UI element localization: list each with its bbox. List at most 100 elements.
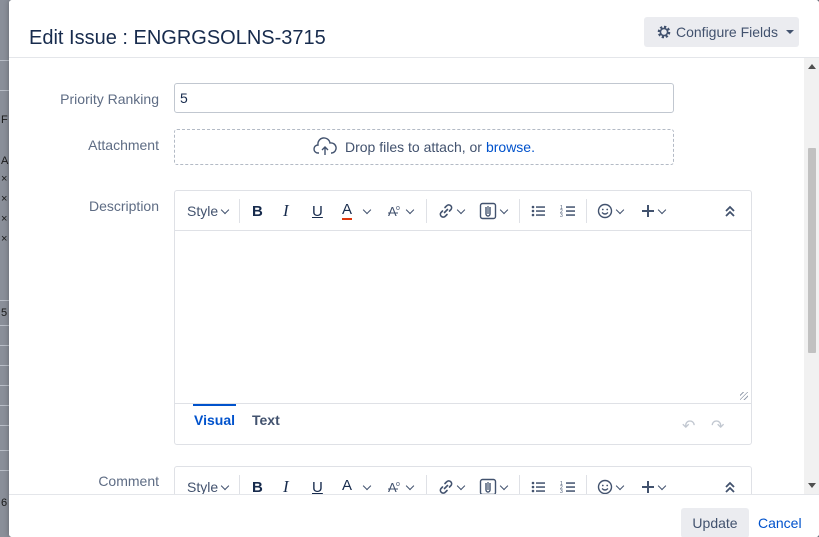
numbered-list-icon: 123: [560, 481, 575, 494]
emoji-icon: [597, 479, 613, 494]
scroll-down-arrow-icon[interactable]: [808, 483, 816, 488]
dialog-footer: Update Cancel: [9, 494, 819, 537]
style-dropdown[interactable]: Style: [187, 477, 230, 494]
link-icon: [439, 480, 453, 494]
style-label: Style: [187, 203, 219, 219]
dialog-header: Edit Issue : ENGRGSOLNS-3715 Configure F…: [9, 0, 819, 58]
collapse-toolbar-button[interactable]: [724, 201, 736, 221]
bullet-list-button[interactable]: [530, 477, 546, 494]
svg-text:3: 3: [560, 213, 563, 219]
chevron-down-icon: [456, 205, 466, 214]
tab-text[interactable]: Text: [252, 412, 280, 428]
background-char: F: [1, 114, 8, 126]
bold-button[interactable]: B: [252, 477, 263, 495]
italic-button[interactable]: I: [283, 477, 289, 494]
comment-editor: Style B I U A Ao 1 2 3: [174, 466, 752, 494]
background-char: ×: [1, 193, 8, 205]
editor-mode-tabs: Visual Text ↶ ↷: [175, 403, 751, 443]
more-formatting-button[interactable]: Ao: [387, 477, 415, 494]
emoji-button[interactable]: [597, 201, 625, 221]
collapse-toolbar-button[interactable]: [724, 477, 736, 494]
style-label: Style: [187, 479, 219, 494]
svg-text:o: o: [396, 481, 400, 488]
numbered-list-button[interactable]: 123: [560, 201, 576, 221]
chevron-down-icon: [362, 205, 372, 214]
insert-more-button[interactable]: [641, 201, 667, 221]
link-button[interactable]: [438, 201, 466, 221]
chevron-down-icon: [615, 205, 625, 214]
chevron-down-icon: [499, 205, 509, 214]
cancel-link[interactable]: Cancel: [758, 515, 802, 531]
bold-button[interactable]: B: [252, 201, 263, 221]
update-button[interactable]: Update: [681, 508, 749, 537]
bullet-list-button[interactable]: [530, 201, 546, 221]
underline-button[interactable]: U: [312, 477, 323, 495]
background-char: A: [1, 155, 9, 167]
comment-toolbar: Style B I U A Ao 1 2 3: [175, 467, 751, 494]
chevron-down-icon: [362, 481, 372, 490]
attachment-label: Attachment: [88, 137, 159, 153]
comment-label: Comment: [98, 473, 159, 489]
style-dropdown[interactable]: Style: [187, 201, 230, 221]
bullet-list-icon: [531, 481, 545, 493]
chevron-down-icon: [657, 205, 667, 214]
chevron-down-icon: [405, 205, 415, 214]
cloud-upload-icon: [313, 137, 337, 155]
attachment-button[interactable]: [479, 477, 509, 494]
redo-icon[interactable]: ↷: [711, 416, 724, 436]
italic-icon: I: [283, 201, 289, 220]
link-icon: [439, 204, 453, 218]
underline-icon: U: [312, 202, 323, 220]
numbered-list-button[interactable]: 123: [560, 477, 576, 494]
description-text-area[interactable]: [175, 231, 751, 403]
chevron-down-icon: [220, 205, 230, 214]
tab-visual[interactable]: Visual: [193, 404, 236, 434]
underline-icon: U: [312, 478, 323, 495]
description-label: Description: [88, 198, 159, 214]
more-formatting-button[interactable]: Ao: [387, 201, 415, 221]
background-char: ×: [1, 213, 8, 225]
link-button[interactable]: [438, 477, 466, 494]
attachment-icon: [479, 202, 497, 220]
italic-button[interactable]: I: [283, 201, 289, 221]
scroll-up-arrow-icon[interactable]: [808, 64, 816, 69]
configure-fields-button[interactable]: Configure Fields: [644, 17, 799, 47]
undo-icon[interactable]: ↶: [682, 416, 695, 436]
chevron-down-icon: [405, 481, 415, 490]
bold-icon: B: [252, 478, 263, 495]
chevron-down-icon: [499, 481, 509, 490]
italic-icon: I: [283, 477, 289, 494]
caret-down-icon: [785, 30, 794, 34]
browse-link[interactable]: browse.: [486, 139, 535, 155]
chevron-down-icon: [615, 481, 625, 490]
attachment-icon: [479, 478, 497, 494]
insert-more-button[interactable]: [641, 477, 667, 494]
background-char: 5: [1, 307, 8, 319]
underline-button[interactable]: U: [312, 201, 323, 221]
background-char: ×: [1, 173, 8, 185]
scroll-thumb[interactable]: [808, 148, 816, 353]
text-color-button[interactable]: A: [342, 477, 372, 494]
insert-more-icon: [642, 481, 654, 493]
background-char: 6: [1, 497, 8, 509]
dialog-scrollbar[interactable]: [804, 58, 819, 494]
edit-issue-dialog: Edit Issue : ENGRGSOLNS-3715 Configure F…: [9, 0, 819, 537]
more-formatting-icon: Ao: [388, 204, 400, 219]
bullet-list-icon: [531, 205, 545, 217]
attachment-button[interactable]: [479, 201, 509, 221]
priority-ranking-input[interactable]: [174, 83, 674, 113]
emoji-button[interactable]: [597, 477, 625, 494]
text-color-button[interactable]: A: [342, 201, 372, 221]
chevron-down-icon: [657, 481, 667, 490]
priority-ranking-label: Priority Ranking: [60, 91, 159, 107]
attachment-dropzone[interactable]: Drop files to attach, or browse.: [174, 129, 674, 165]
numbered-list-icon: 123: [560, 205, 575, 219]
background-char: ×: [1, 233, 8, 245]
chevron-down-icon: [456, 481, 466, 490]
resize-handle[interactable]: [740, 392, 748, 400]
description-editor: Style B I U A Ao 1 2 3 Visual Text ↶ ↷: [174, 190, 752, 445]
configure-fields-label: Configure Fields: [676, 24, 778, 40]
svg-text:o: o: [396, 205, 400, 212]
text-color-icon: A: [342, 477, 353, 494]
attachment-drop-text: Drop files to attach, or: [345, 139, 482, 155]
